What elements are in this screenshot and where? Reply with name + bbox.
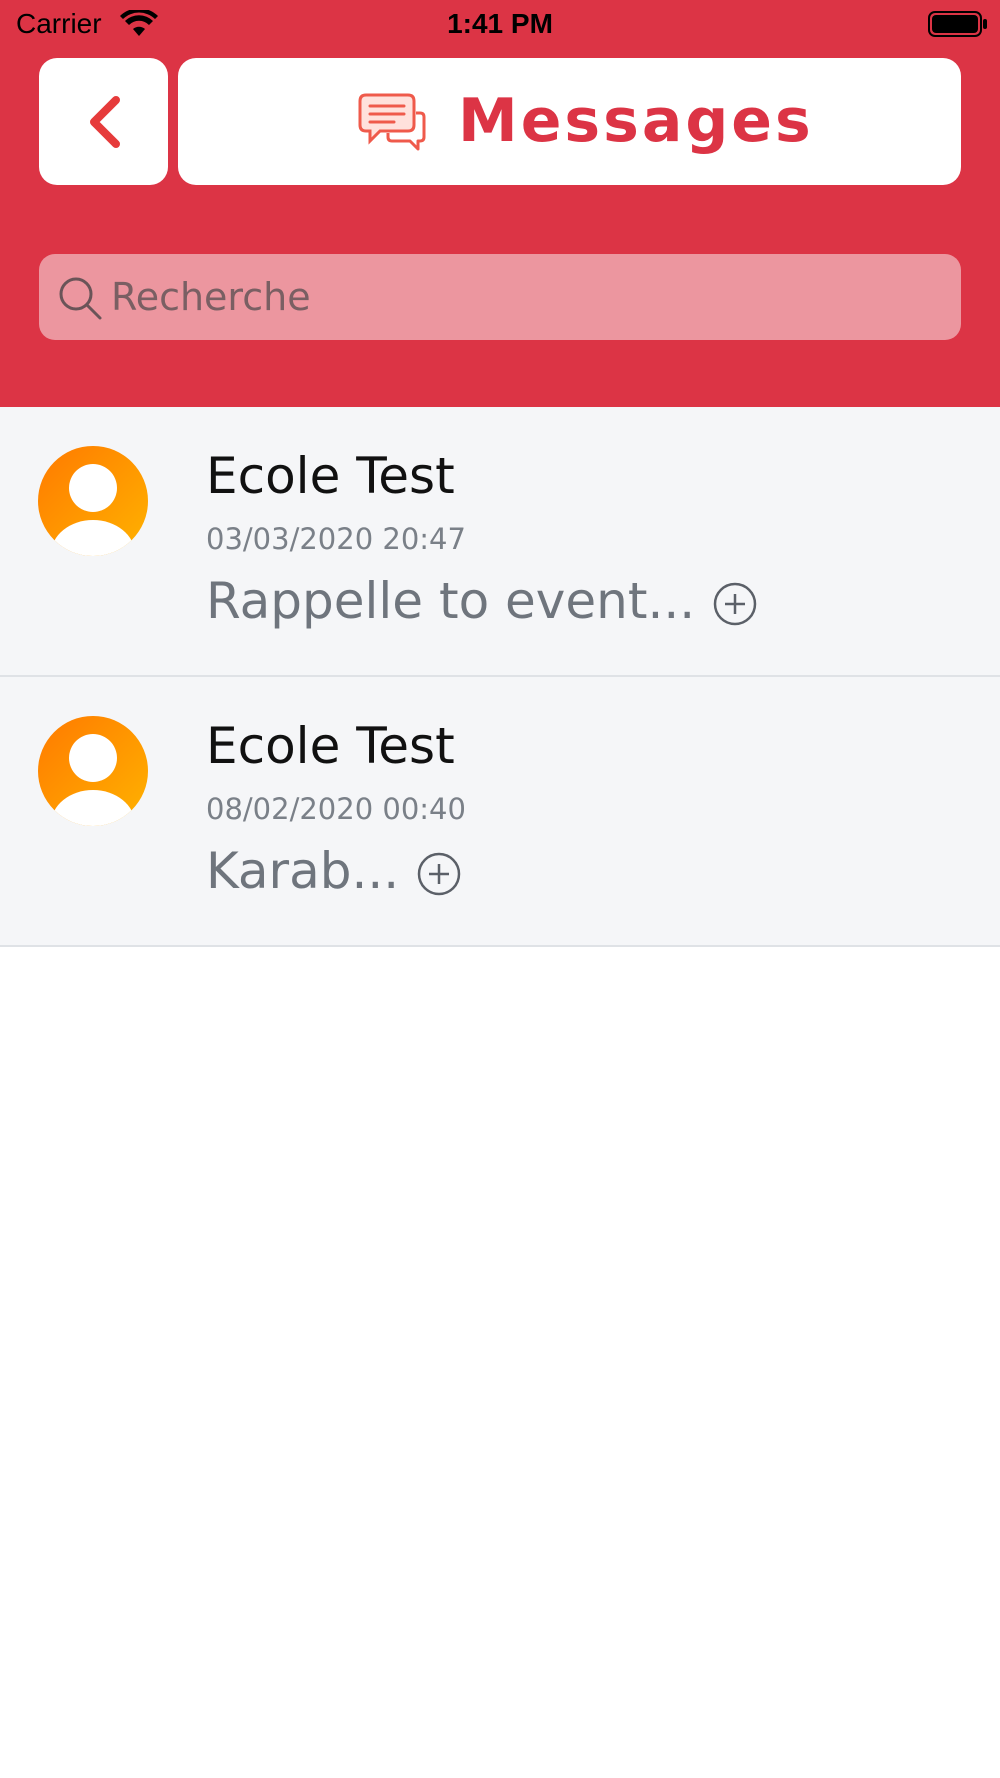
search-icon: [57, 275, 103, 325]
preview-line: Rappelle to event...: [206, 572, 757, 630]
message-row[interactable]: Ecole Test 08/02/2020 00:40 Karab...: [0, 677, 1000, 947]
plus-circle-icon[interactable]: [417, 852, 461, 900]
message-preview: Karab...: [206, 842, 400, 900]
status-time: 1:41 PM: [447, 8, 553, 39]
search-bar[interactable]: [39, 254, 961, 340]
battery-icon: [928, 11, 988, 41]
user-icon: [51, 734, 135, 826]
search-input[interactable]: [111, 254, 931, 340]
message-date: 08/02/2020 00:40: [206, 792, 466, 826]
plus-circle-icon[interactable]: [713, 582, 757, 630]
header: Carrier 1:41 PM Messages Recherche: [0, 0, 1000, 407]
chat-bubbles-icon: [358, 91, 426, 157]
message-list: Ecole Test 03/03/2020 20:47 Rappelle to …: [0, 407, 1000, 947]
message-date: 03/03/2020 20:47: [206, 522, 466, 556]
preview-line: Karab...: [206, 842, 461, 900]
title-box: Messages: [178, 58, 961, 185]
chevron-left-icon: [89, 95, 120, 148]
sender-name: Ecole Test: [206, 717, 455, 775]
message-row[interactable]: Ecole Test 03/03/2020 20:47 Rappelle to …: [0, 407, 1000, 677]
page-title: Messages: [458, 86, 814, 156]
avatar: [38, 716, 148, 826]
user-icon: [51, 464, 135, 556]
message-preview: Rappelle to event...: [206, 572, 696, 630]
back-button[interactable]: [39, 58, 168, 185]
status-bar: Carrier 1:41 PM: [0, 0, 1000, 52]
sender-name: Ecole Test: [206, 447, 455, 505]
avatar: [38, 446, 148, 556]
